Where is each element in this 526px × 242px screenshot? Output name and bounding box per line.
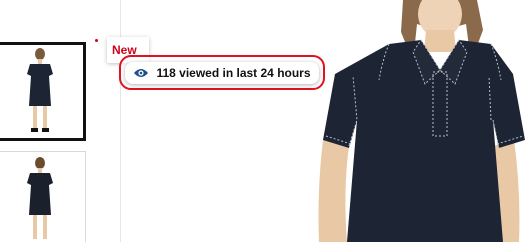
thumbnail-1[interactable] (0, 42, 86, 141)
thumbnail-2[interactable] (0, 151, 86, 242)
notification-dot (95, 39, 98, 42)
thumbnail-2-image (27, 157, 53, 239)
views-count-text: 118 viewed in last 24 hours (156, 65, 311, 80)
views-highlight: 118 viewed in last 24 hours (119, 55, 325, 90)
eye-icon (134, 68, 149, 77)
thumbnail-1-image (27, 47, 53, 132)
views-badge: 118 viewed in last 24 hours (125, 61, 319, 84)
product-dress-photo (318, 0, 525, 242)
main-product-image[interactable] (121, 0, 526, 242)
thumbnail-gallery (0, 0, 90, 242)
